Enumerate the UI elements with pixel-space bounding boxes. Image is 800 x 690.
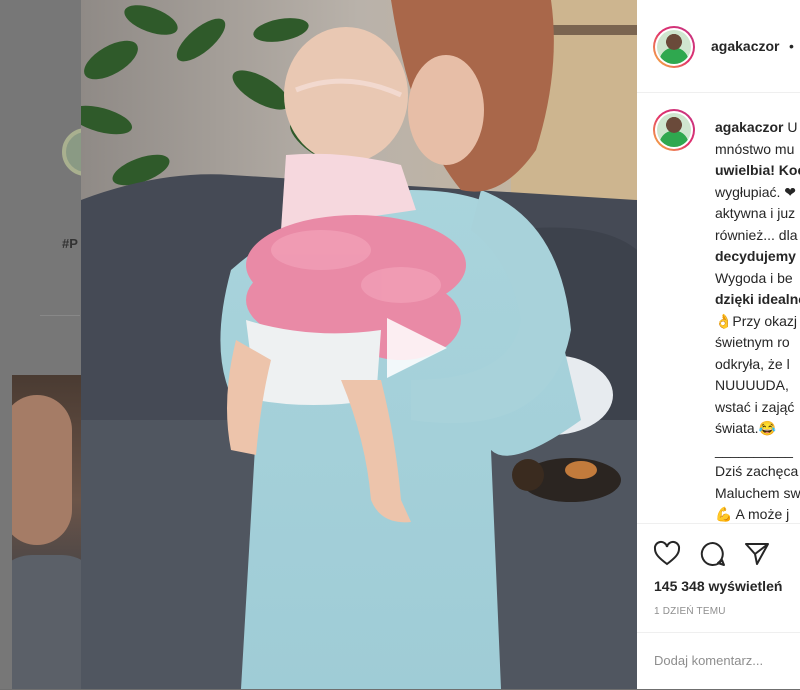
caption-text-segment: U: [783, 119, 798, 135]
caption-text-segment: świetnym ro: [715, 334, 790, 350]
caption-line: wygłupiać. ❤: [715, 182, 800, 204]
caption-bold-text: uwielbia! Koc: [715, 162, 800, 178]
author-avatar[interactable]: [653, 26, 695, 68]
caption-text-segment: Wygoda i be: [715, 269, 793, 286]
caption-bold-text: dzięki idealne: [715, 291, 800, 307]
caption-avatar[interactable]: [653, 109, 695, 151]
caption-line: dzięki idealne: [715, 289, 800, 311]
caption-line: agakaczor U: [715, 117, 800, 139]
caption-text-segment: wygłupiać. ❤: [715, 183, 796, 200]
caption-text-segment: wstać i zająć: [715, 398, 795, 415]
caption-line: NUUUUDA,: [715, 375, 800, 397]
post-timestamp[interactable]: 1 DZIEŃ TEMU: [654, 606, 726, 617]
author-username[interactable]: agakaczor: [711, 38, 779, 54]
caption-line: Maluchem sw: [715, 483, 800, 505]
caption-text-segment: 👌Przy okazj: [715, 312, 798, 329]
caption-text-segment: NUUUUDA,: [715, 377, 789, 393]
caption-text-segment: mnóstwo mu: [715, 140, 795, 157]
caption-line: decydujemy: [715, 246, 800, 268]
caption-username[interactable]: agakaczor: [715, 119, 783, 135]
heart-icon[interactable]: [653, 540, 681, 568]
caption-bold-text: decydujemy: [715, 248, 796, 264]
caption-text-segment: Maluchem sw: [715, 484, 800, 501]
caption-line: uwielbia! Koc: [715, 160, 800, 182]
caption-line: świetnym ro: [715, 332, 800, 354]
comment-icon[interactable]: [699, 540, 727, 568]
play-icon: [387, 318, 447, 378]
caption-text-segment: aktywna i juz: [715, 205, 796, 221]
caption-text-segment: 💪 A może j: [715, 506, 790, 522]
paper-plane-icon[interactable]: [743, 540, 771, 568]
background-thumbnail: [12, 375, 82, 689]
caption-text-segment: również... dla: [715, 226, 798, 243]
caption-text-segment: Dziś zachęca: [715, 463, 799, 479]
caption-line: 💪 A może j: [715, 504, 800, 523]
play-button[interactable]: [381, 312, 453, 384]
caption-text-segment: __________: [715, 441, 793, 458]
post-side-panel: agakaczor • agakaczor Umnóstwo mu uwielbi…: [637, 0, 800, 689]
caption-line: odkryła, że l: [715, 354, 800, 376]
header-separator: •: [789, 38, 794, 54]
caption-text: agakaczor Umnóstwo mu uwielbia! Koc wygłup…: [715, 117, 800, 523]
caption-line: __________: [715, 440, 800, 462]
caption-line: świata.😂: [715, 418, 800, 440]
view-count[interactable]: 145 348 wyświetleń: [654, 578, 782, 594]
caption-line: aktywna i juz: [715, 203, 800, 225]
video-frame: [81, 0, 637, 689]
post-header: agakaczor •: [637, 0, 800, 93]
caption-text-segment: odkryła, że l: [715, 355, 790, 372]
caption-line: 👌Przy okazj: [715, 311, 800, 333]
caption-line: również... dla: [715, 225, 800, 247]
post-video[interactable]: [81, 0, 637, 689]
comment-input[interactable]: [654, 653, 794, 668]
caption-line: mnóstwo mu: [715, 139, 800, 161]
comment-bar: [637, 632, 800, 690]
background-hashtag: #P: [62, 236, 78, 251]
background-divider: [40, 315, 80, 316]
post-caption: agakaczor Umnóstwo mu uwielbia! Koc wygłup…: [637, 93, 800, 523]
caption-line: Wygoda i be: [715, 268, 800, 290]
caption-text-segment: świata.😂: [715, 420, 777, 436]
caption-line: Dziś zachęca: [715, 461, 800, 483]
post-actions: 145 348 wyświetleń 1 DZIEŃ TEMU: [637, 523, 800, 644]
caption-line: wstać i zająć: [715, 397, 800, 419]
